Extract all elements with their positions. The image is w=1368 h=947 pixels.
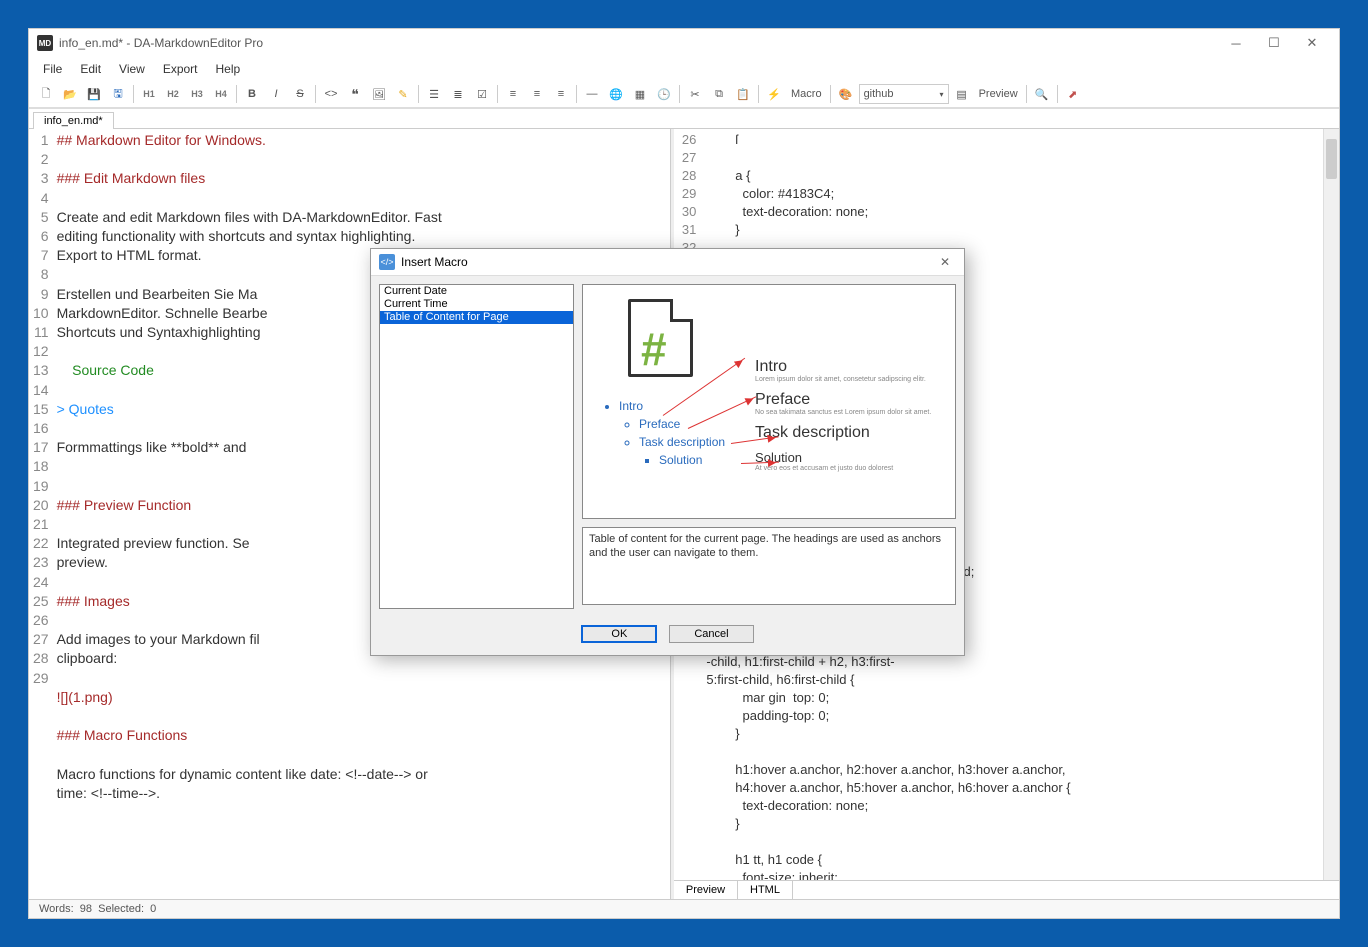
- copy-icon[interactable]: ⧉: [708, 83, 730, 105]
- hr-button[interactable]: —: [581, 83, 603, 105]
- statusbar: Words: 98 Selected: 0: [29, 899, 1339, 918]
- image-button[interactable]: 🖼: [368, 83, 390, 105]
- menubar: File Edit View Export Help: [29, 57, 1339, 81]
- toc-preface: Preface: [639, 417, 725, 431]
- align-left-button[interactable]: ≡: [502, 83, 524, 105]
- close-button[interactable]: ✕: [1293, 32, 1331, 54]
- menu-file[interactable]: File: [35, 59, 70, 79]
- words-value: 98: [80, 903, 92, 915]
- h4-button[interactable]: H4: [210, 83, 232, 105]
- hash-icon: #: [641, 322, 667, 376]
- new-file-icon[interactable]: 🗋: [35, 83, 57, 105]
- window-title: info_en.md* - DA-MarkdownEditor Pro: [59, 36, 263, 50]
- save-icon[interactable]: 💾: [83, 83, 105, 105]
- menu-edit[interactable]: Edit: [72, 59, 109, 79]
- macro-list-item[interactable]: Table of Content for Page: [380, 311, 573, 324]
- sample-intro-sub: Lorem ipsum dolor sit amet, consetetur s…: [755, 376, 945, 383]
- cancel-button[interactable]: Cancel: [669, 625, 753, 643]
- align-center-button[interactable]: ≡: [526, 83, 548, 105]
- code-button[interactable]: <>: [320, 83, 342, 105]
- sample-task: Task description: [755, 424, 945, 442]
- selected-value: 0: [150, 903, 156, 915]
- strike-button[interactable]: S: [289, 83, 311, 105]
- sample-solution: Solution: [755, 450, 945, 465]
- toolbar: 🗋 📂 💾 🖫 H1 H2 H3 H4 B I S <> ❝ 🖼 ✎ ☰ ≣ ☑…: [29, 81, 1339, 108]
- sample-solution-sub: At vero eos et accusam et justo duo dolo…: [755, 465, 945, 472]
- dialog-titlebar: </> Insert Macro ✕: [371, 249, 964, 276]
- link-button[interactable]: 🌐: [605, 83, 627, 105]
- toc-body-sample: Intro Lorem ipsum dolor sit amet, conset…: [737, 295, 945, 472]
- selected-label: Selected:: [98, 903, 144, 915]
- macro-label[interactable]: Macro: [787, 88, 826, 100]
- highlight-button[interactable]: ✎: [392, 83, 414, 105]
- minimize-button[interactable]: ─: [1217, 32, 1255, 54]
- time-button[interactable]: 🕒: [653, 83, 675, 105]
- document-icon: #: [628, 299, 693, 377]
- toc-task: Task description: [639, 435, 725, 449]
- dialog-title-text: Insert Macro: [401, 255, 468, 269]
- sample-preface: Preface: [755, 391, 945, 409]
- theme-icon[interactable]: 🎨: [835, 83, 857, 105]
- words-label: Words:: [39, 903, 74, 915]
- preview-icon[interactable]: ▤: [951, 83, 973, 105]
- chevron-down-icon: ▾: [940, 90, 944, 99]
- insert-macro-dialog: </> Insert Macro ✕ Current DateCurrent T…: [370, 248, 965, 656]
- sample-intro: Intro: [755, 358, 945, 376]
- list-ul-button[interactable]: ☰: [423, 83, 445, 105]
- titlebar: MD info_en.md* - DA-MarkdownEditor Pro ─…: [29, 29, 1339, 57]
- paste-icon[interactable]: 📋: [732, 83, 754, 105]
- menu-help[interactable]: Help: [208, 59, 249, 79]
- theme-value: github: [864, 88, 894, 100]
- italic-button[interactable]: I: [265, 83, 287, 105]
- macro-description: Table of content for the current page. T…: [582, 527, 956, 605]
- h2-button[interactable]: H2: [162, 83, 184, 105]
- list-ol-button[interactable]: ≣: [447, 83, 469, 105]
- macro-preview-image: # Intro Preface Task description Solutio…: [582, 284, 956, 519]
- preview-scrollbar[interactable]: [1323, 129, 1339, 880]
- export-icon[interactable]: ⬈: [1062, 83, 1084, 105]
- h3-button[interactable]: H3: [186, 83, 208, 105]
- sample-preface-sub: No sea takimata sanctus est Lorem ipsum …: [755, 409, 945, 416]
- toc-solution: Solution: [659, 453, 725, 467]
- ok-button[interactable]: OK: [581, 625, 657, 643]
- h1-button[interactable]: H1: [138, 83, 160, 105]
- cut-icon[interactable]: ✂: [684, 83, 706, 105]
- theme-select[interactable]: github ▾: [859, 84, 949, 104]
- menu-view[interactable]: View: [111, 59, 153, 79]
- align-right-button[interactable]: ≡: [550, 83, 572, 105]
- preview-tabs: Preview HTML: [674, 880, 1339, 899]
- macro-list-item[interactable]: Current Time: [380, 298, 573, 311]
- menu-export[interactable]: Export: [155, 59, 206, 79]
- dialog-icon: </>: [379, 254, 395, 270]
- dialog-close-button[interactable]: ✕: [934, 255, 956, 269]
- quote-button[interactable]: ❝: [344, 83, 366, 105]
- table-button[interactable]: ▦: [629, 83, 651, 105]
- line-numbers: 1234567891011121314151617181920212223242…: [29, 129, 55, 899]
- tab-preview[interactable]: Preview: [674, 881, 738, 899]
- macro-icon[interactable]: ⚡: [763, 83, 785, 105]
- scrollbar-thumb[interactable]: [1326, 139, 1337, 179]
- maximize-button[interactable]: ☐: [1255, 32, 1293, 54]
- app-icon: MD: [37, 35, 53, 51]
- save-all-icon[interactable]: 🖫: [107, 83, 129, 105]
- editor-tabs: info_en.md*: [29, 108, 1339, 128]
- open-file-icon[interactable]: 📂: [59, 83, 81, 105]
- preview-label[interactable]: Preview: [975, 88, 1022, 100]
- bold-button[interactable]: B: [241, 83, 263, 105]
- search-icon[interactable]: 🔍: [1031, 83, 1053, 105]
- toc-intro: Intro: [619, 399, 725, 413]
- tab-file[interactable]: info_en.md*: [33, 112, 114, 129]
- tab-html[interactable]: HTML: [738, 881, 793, 899]
- macro-list-item[interactable]: Current Date: [380, 285, 573, 298]
- macro-list[interactable]: Current DateCurrent TimeTable of Content…: [379, 284, 574, 609]
- checklist-button[interactable]: ☑: [471, 83, 493, 105]
